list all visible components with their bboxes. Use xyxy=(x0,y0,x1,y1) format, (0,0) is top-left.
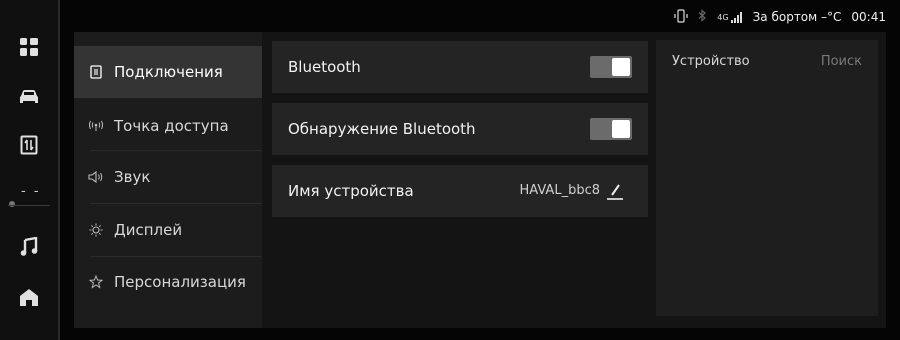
bluetooth-toggle[interactable] xyxy=(590,56,632,78)
signal-status: 4G xyxy=(717,11,742,23)
hotspot-icon xyxy=(88,120,104,132)
menu-label: Дисплей xyxy=(114,221,183,239)
brightness-icon xyxy=(88,223,104,237)
device-name-row[interactable]: Имя устройства HAVAL_bbc8 xyxy=(272,165,648,217)
bluetooth-discovery-row: Обнаружение Bluetooth xyxy=(272,103,648,155)
menu-label: Персонализация xyxy=(114,273,246,291)
climate-readout: - - xyxy=(21,184,41,199)
search-devices-button[interactable]: Поиск xyxy=(821,54,862,69)
left-rail: - - xyxy=(0,0,60,340)
device-list-panel: Устройство Поиск xyxy=(656,40,878,316)
network-type: 4G xyxy=(717,12,729,22)
bluetooth-status-icon xyxy=(698,9,707,25)
device-name-label: Имя устройства xyxy=(288,182,414,200)
discovery-toggle[interactable] xyxy=(590,118,632,140)
personalize-icon xyxy=(88,275,104,289)
edit-pencil-icon[interactable] xyxy=(606,181,624,201)
bluetooth-label: Bluetooth xyxy=(288,58,361,76)
device-name-value: HAVAL_bbc8 xyxy=(519,183,600,198)
clock: 00:41 xyxy=(851,10,886,24)
status-bar: 4G За бортом –°C 00:41 xyxy=(674,8,886,26)
music-icon[interactable] xyxy=(14,232,44,262)
phone-projection-icon[interactable] xyxy=(14,130,44,160)
bluetooth-row: Bluetooth xyxy=(272,41,648,93)
outside-temperature: За бортом –°C xyxy=(752,10,842,24)
toggle-knob xyxy=(612,58,630,76)
menu-item-display[interactable]: Дисплей xyxy=(74,204,262,256)
climate-indicator-icon xyxy=(9,201,15,207)
signal-icon xyxy=(730,11,742,23)
toggle-knob xyxy=(612,120,630,138)
menu-label: Подключения xyxy=(114,63,223,81)
phone-link-icon xyxy=(674,8,688,26)
menu-item-sound[interactable]: Звук xyxy=(74,151,262,203)
home-icon[interactable] xyxy=(14,282,44,312)
menu-item-connections[interactable]: Подключения xyxy=(74,46,262,98)
discovery-label: Обнаружение Bluetooth xyxy=(288,120,476,138)
menu-label: Точка доступа xyxy=(114,117,229,135)
menu-label: Звук xyxy=(114,168,151,186)
link-icon xyxy=(88,65,104,79)
device-list-title: Устройство xyxy=(672,54,750,69)
menu-item-hotspot[interactable]: Точка доступа xyxy=(74,100,262,152)
car-icon[interactable] xyxy=(14,82,44,112)
apps-grid-icon[interactable] xyxy=(14,32,44,62)
speaker-icon xyxy=(88,171,104,183)
rail-divider xyxy=(8,205,50,206)
menu-item-personalization[interactable]: Персонализация xyxy=(74,256,262,308)
